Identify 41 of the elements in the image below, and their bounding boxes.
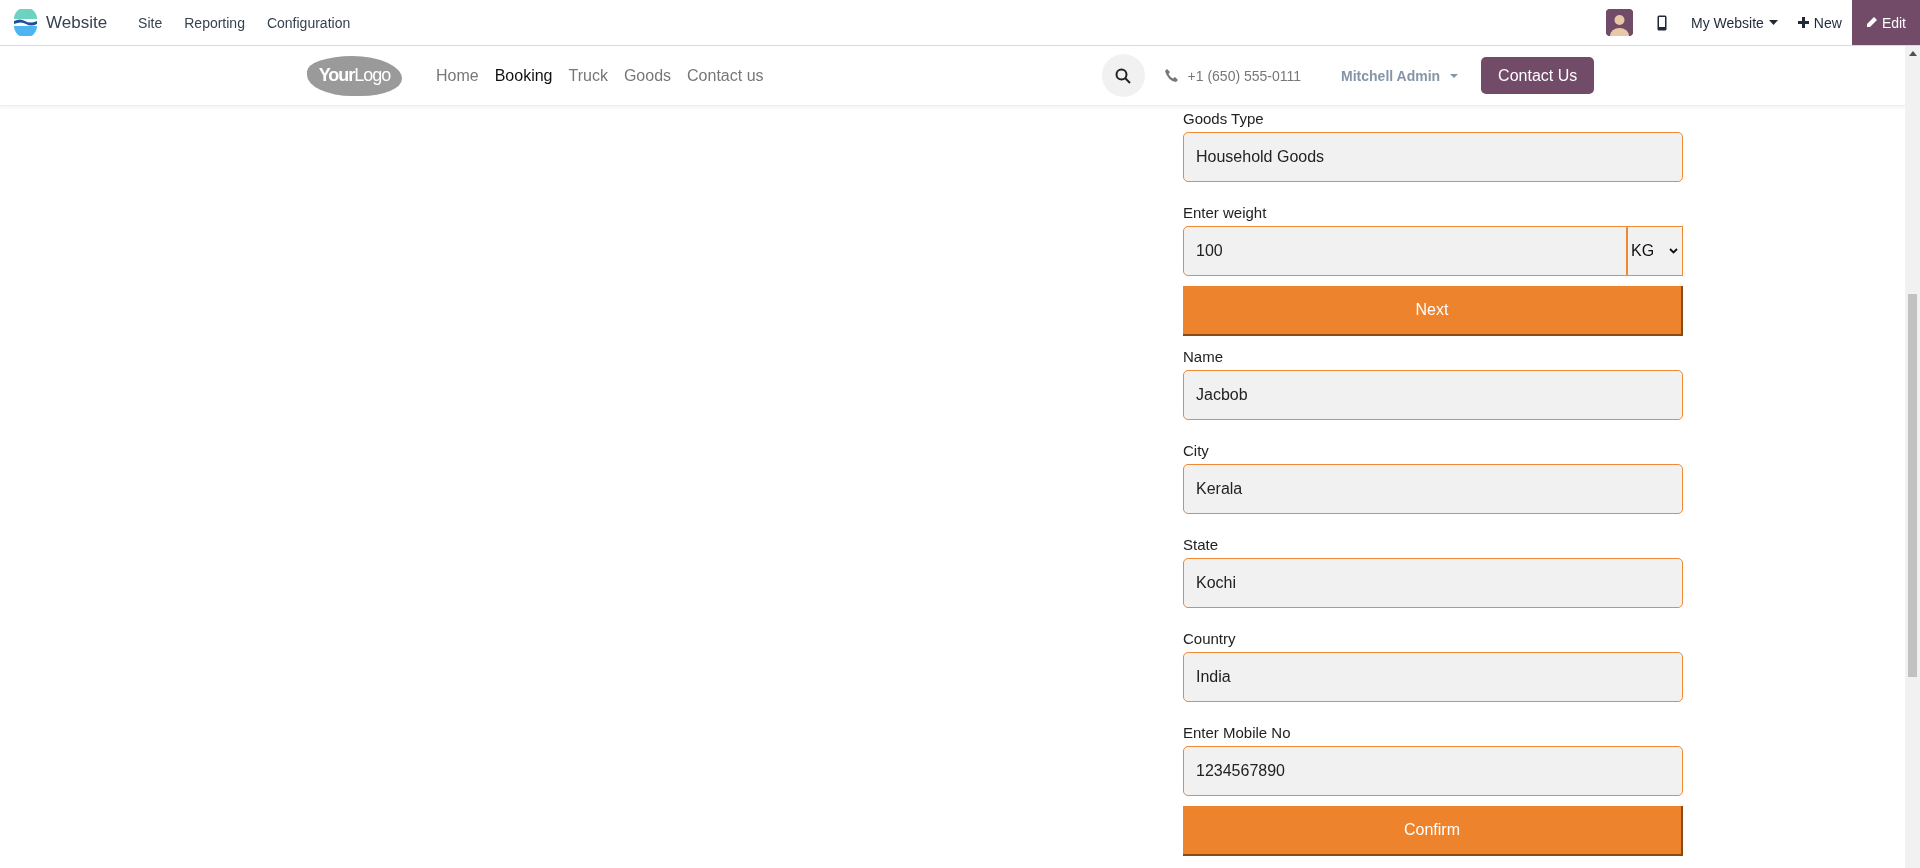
phone-icon [1164, 69, 1178, 82]
caret-icon [1768, 20, 1778, 25]
input-field[interactable]: Jacbob [1183, 370, 1683, 420]
contact-us-button[interactable]: Contact Us [1481, 57, 1595, 94]
field-label: Enter weight [1183, 203, 1268, 223]
field-label: Goods Type [1183, 109, 1265, 129]
phone-number: +1 (650) 555-0111 [1187, 67, 1302, 84]
search-button[interactable] [1101, 54, 1145, 97]
menu-item[interactable]: Site [127, 14, 174, 31]
menu-item[interactable]: Configuration [255, 14, 362, 31]
input-field[interactable]: 1234567890 [1183, 746, 1683, 796]
new-button[interactable]: New [1787, 14, 1852, 31]
field-label: City [1183, 441, 1210, 461]
app-logo-icon[interactable] [12, 9, 39, 36]
field-label: Enter Mobile No [1183, 723, 1292, 743]
nav-link[interactable]: Booking [486, 66, 561, 85]
mobile-icon[interactable] [1657, 14, 1667, 31]
field-label: State [1183, 535, 1220, 555]
nav-link[interactable]: Goods [615, 66, 680, 85]
menu-item[interactable]: Reporting [173, 14, 256, 31]
unit-dropdown[interactable]: KG [1627, 226, 1683, 276]
avatar-icon[interactable] [1606, 9, 1633, 36]
search-icon [1115, 67, 1132, 84]
nav-link[interactable]: Truck [560, 66, 616, 85]
nav-link[interactable]: Home [428, 66, 487, 85]
chevron-down-icon [1669, 248, 1678, 254]
input-field[interactable]: Household Goods [1183, 132, 1683, 182]
edit-button[interactable]: Edit [1851, 0, 1920, 45]
weight-input[interactable]: 100 [1183, 226, 1627, 276]
input-field[interactable]: Kochi [1183, 558, 1683, 608]
field-label: Country [1183, 629, 1237, 649]
caret-icon [1450, 73, 1459, 78]
app-name[interactable]: Website [46, 12, 108, 33]
input-field[interactable]: Kerala [1183, 464, 1683, 514]
scroll-up-icon[interactable] [1908, 51, 1917, 56]
plus-icon [1797, 17, 1809, 28]
input-field[interactable]: India [1183, 652, 1683, 702]
nav-link[interactable]: Contact us [679, 66, 772, 85]
website-switcher[interactable]: My Website [1681, 14, 1788, 31]
field-label: Name [1183, 347, 1224, 367]
pencil-icon [1865, 17, 1877, 28]
